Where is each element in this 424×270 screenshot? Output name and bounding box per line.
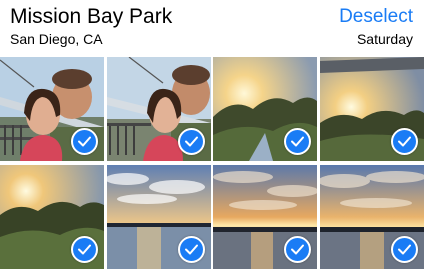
photo-thumbnail[interactable]: [0, 57, 104, 161]
album-header: Mission Bay Park San Diego, CA Deselect …: [0, 0, 424, 54]
album-location: San Diego, CA: [10, 31, 103, 47]
selected-checkmark-icon: [71, 128, 98, 155]
photo-thumbnail[interactable]: [320, 165, 424, 269]
photo-thumbnail[interactable]: [0, 165, 104, 269]
selected-checkmark-icon: [178, 236, 205, 263]
selected-checkmark-icon: [284, 128, 311, 155]
photo-thumbnail[interactable]: [213, 165, 317, 269]
selected-checkmark-icon: [178, 128, 205, 155]
selected-checkmark-icon: [71, 236, 98, 263]
album-day: Saturday: [356, 31, 413, 47]
album-title: Mission Bay Park: [10, 5, 173, 28]
photo-thumbnail[interactable]: [107, 57, 211, 161]
deselect-button[interactable]: Deselect: [339, 6, 413, 28]
photo-thumbnail[interactable]: [320, 57, 424, 161]
photo-thumbnail[interactable]: [213, 57, 317, 161]
photo-grid: [0, 57, 424, 270]
photo-thumbnail[interactable]: [107, 165, 211, 269]
selected-checkmark-icon: [391, 236, 418, 263]
selected-checkmark-icon: [391, 128, 418, 155]
selected-checkmark-icon: [284, 236, 311, 263]
